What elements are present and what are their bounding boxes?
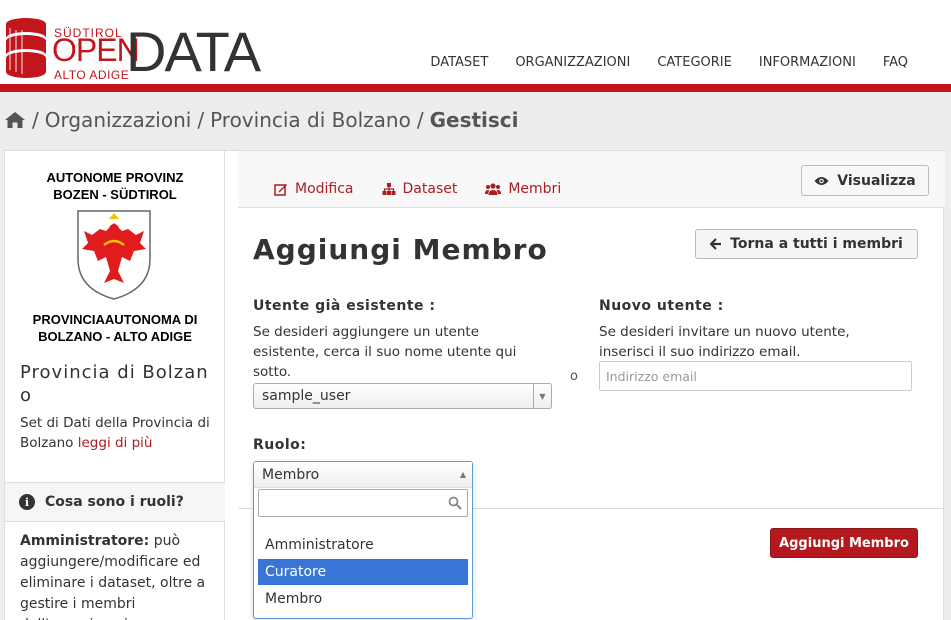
role-current-value: Membro (262, 466, 320, 483)
arrow-left-icon (710, 238, 722, 250)
main-nav: DATASET ORGANIZZAZIONI CATEGORIE INFORMA… (430, 55, 908, 70)
org-head-line-2: BOZEN - SÜDTIROL (53, 187, 177, 202)
back-button-label: Torna a tutti i membri (730, 236, 903, 252)
view-button[interactable]: Visualizza (801, 165, 929, 196)
chevron-up-icon: ▲ (459, 470, 466, 479)
nav-informazioni[interactable]: INFORMAZIONI (759, 55, 856, 70)
add-member-button[interactable]: Aggiungi Membro (770, 528, 918, 558)
role-option-amministratore[interactable]: Amministratore (258, 532, 468, 558)
org-sidebar: AUTONOME PROVINZ BOZEN - SÜDTIROL PROVIN… (5, 151, 225, 620)
nav-faq[interactable]: FAQ (883, 55, 908, 70)
logo-data-text: DATA (126, 20, 261, 83)
role-search-input[interactable] (258, 489, 468, 517)
breadcrumb-provincia[interactable]: Provincia di Bolzano (210, 108, 411, 132)
read-more-link[interactable]: leggi di più (78, 435, 153, 451)
tab-membri-label: Membri (508, 181, 562, 197)
email-field[interactable]: Indirizzo email (599, 361, 912, 391)
role-select-current[interactable]: Membro ▲ (254, 462, 472, 488)
view-button-label: Visualizza (837, 172, 916, 189)
org-logo-footer: PROVINCIAAUTONOMA DI BOLZANO - ALTO ADIG… (5, 311, 225, 345)
home-icon[interactable] (4, 111, 26, 129)
tab-modifica[interactable]: Modifica (274, 181, 354, 197)
roles-heading-text: Cosa sono i ruoli? (45, 494, 184, 510)
org-description: Set di Dati della Provincia di Bolzano l… (20, 413, 215, 453)
org-foot-line-2: BOLZANO - ALTO ADIGE (38, 329, 192, 344)
site-header: SÜDTIROL OPEN ALTO ADIGE DATA DATASET OR… (0, 0, 951, 92)
tab-membri[interactable]: Membri (485, 181, 561, 197)
back-to-members-button[interactable]: Torna a tutti i membri (695, 229, 918, 259)
new-user-label: Nuovo utente : (599, 298, 724, 314)
sitemap-icon (382, 183, 396, 195)
header-accent-bar (0, 84, 951, 92)
org-title: Provincia di Bolzano (20, 362, 209, 406)
breadcrumb-separator: / (197, 108, 205, 132)
main-wrapper: AUTONOME PROVINZ BOZEN - SÜDTIROL PROVIN… (4, 150, 945, 620)
database-logo-icon (6, 18, 46, 78)
nav-dataset[interactable]: DATASET (430, 55, 488, 70)
role-dropdown[interactable]: Membro ▲ Amministratore Curatore Membro (253, 461, 473, 619)
users-icon (485, 183, 502, 195)
edit-icon (274, 184, 287, 196)
eye-icon (814, 176, 829, 185)
tab-modifica-label: Modifica (295, 181, 354, 197)
existing-user-select[interactable]: sample_user ▼ (253, 383, 552, 409)
nav-organizzazioni[interactable]: ORGANIZZAZIONI (515, 55, 630, 70)
existing-user-label: Utente già esistente : (253, 298, 436, 314)
new-user-help: Se desideri invitare un nuovo utente, in… (599, 324, 850, 360)
role-option-membro[interactable]: Membro (258, 586, 468, 612)
tab-dataset-label: Dataset (402, 181, 458, 197)
page-title: Aggiungi Membro (253, 233, 548, 266)
roles-description: Amministratore: può aggiungere/modificar… (20, 531, 215, 620)
info-icon: i (19, 494, 35, 510)
breadcrumb-separator: / (416, 108, 424, 132)
org-logo-header: AUTONOME PROVINZ BOZEN - SÜDTIROL (5, 169, 225, 203)
breadcrumb-gestisci: Gestisci (429, 108, 519, 132)
breadcrumb-separator: / (32, 108, 39, 132)
org-foot-line-1: PROVINCIAAUTONOMA DI (32, 312, 198, 327)
or-label: o (570, 369, 578, 384)
main-content: Modifica Dataset Membri Visualizza Aggiu… (238, 151, 945, 620)
roles-heading: i Cosa sono i ruoli? (5, 482, 225, 522)
org-tabs: Modifica Dataset Membri (274, 181, 561, 197)
site-logo[interactable]: SÜDTIROL OPEN ALTO ADIGE DATA (4, 14, 264, 82)
org-head-line-1: AUTONOME PROVINZ (46, 170, 184, 185)
nav-categorie[interactable]: CATEGORIE (657, 55, 732, 70)
roles-term: Amministratore: (20, 533, 150, 549)
tabs-area: Modifica Dataset Membri Visualizza (238, 151, 945, 208)
role-label: Ruolo: (253, 437, 307, 453)
search-icon (448, 496, 462, 510)
role-option-curatore[interactable]: Curatore (258, 559, 468, 585)
coat-of-arms-icon (77, 210, 151, 300)
breadcrumb: / Organizzazioni / Provincia di Bolzano … (4, 108, 519, 132)
breadcrumb-organizzazioni[interactable]: Organizzazioni (45, 108, 192, 132)
logo-altoadige-text: ALTO ADIGE (54, 68, 130, 82)
existing-user-value: sample_user (262, 388, 351, 404)
tab-dataset[interactable]: Dataset (382, 181, 458, 197)
chevron-down-icon: ▼ (533, 384, 551, 408)
existing-user-help: Se desideri aggiungere un utente esisten… (253, 324, 517, 380)
